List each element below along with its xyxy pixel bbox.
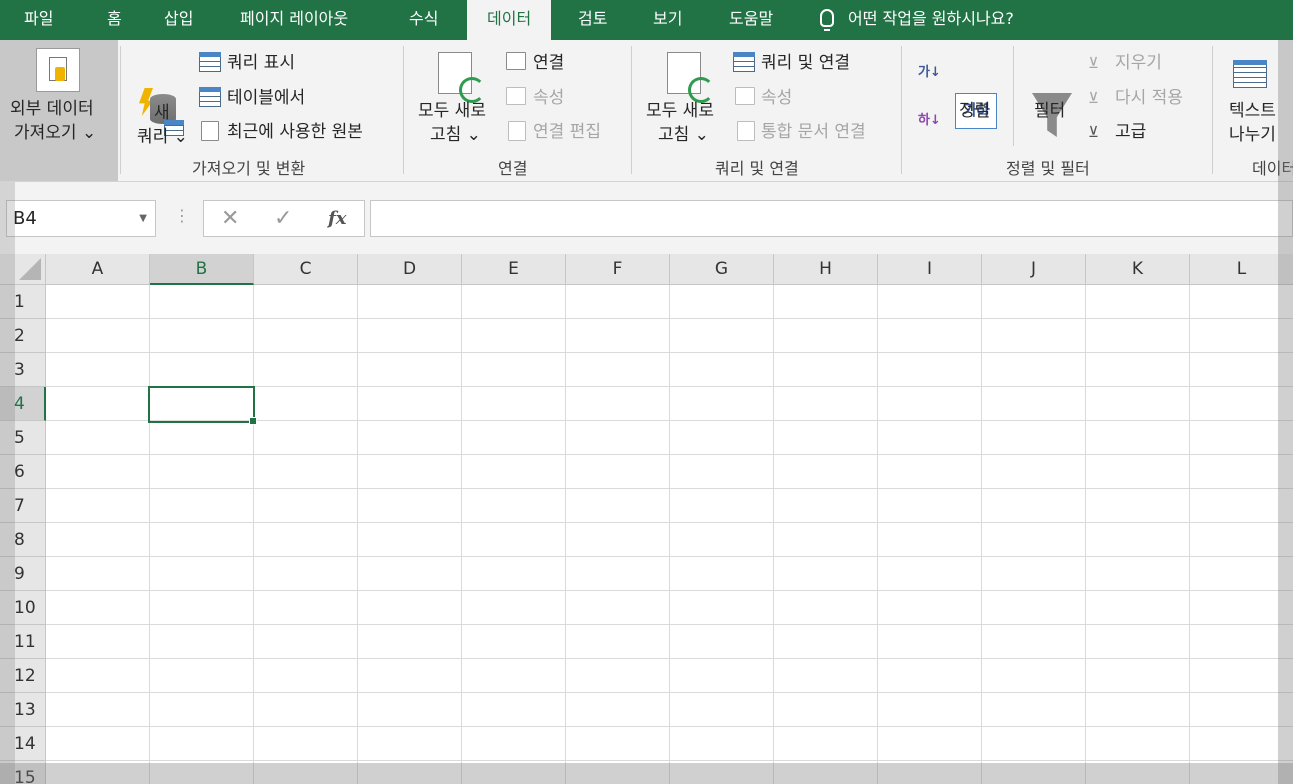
worksheet-grid: ABCDEFGHIJKL 1 2 3 4 5 6 7 8 9 10 11 12 13 14 15 — [0, 254, 1293, 784]
formula-input[interactable] — [370, 200, 1293, 237]
group-separator — [1212, 46, 1213, 174]
subgroup-separator — [1013, 46, 1014, 146]
group-separator — [120, 46, 121, 174]
tell-me-box[interactable]: 어떤 작업을 원하시나요? — [820, 0, 1014, 40]
sort-button[interactable]: 정렬 — [959, 100, 990, 122]
screenshot-frame-bottom — [0, 763, 1293, 784]
tab-file[interactable]: 파일 — [24, 0, 53, 40]
cell-area[interactable] — [46, 285, 1293, 784]
column-header-c[interactable]: C — [254, 254, 358, 285]
queries-connections-button[interactable]: 쿼리 및 연결 — [761, 52, 850, 74]
group-label-sort-filter: 정렬 및 필터 — [1006, 159, 1090, 178]
column-header-f[interactable]: F — [566, 254, 670, 285]
queries-connections-icon — [733, 52, 755, 72]
name-box-dropdown-icon[interactable]: ▼ — [139, 201, 147, 236]
properties-button-2[interactable]: 속성 — [761, 87, 792, 109]
edit-links-icon — [508, 121, 526, 141]
advanced-button[interactable]: 고급 — [1115, 121, 1146, 143]
show-queries-button[interactable]: 쿼리 표시 — [227, 52, 295, 74]
tab-formulas[interactable]: 수식 — [409, 0, 438, 40]
group-separator — [631, 46, 632, 174]
workbook-links-icon — [737, 121, 755, 141]
group-label-connections: 연결 — [498, 159, 528, 178]
screenshot-frame-left — [0, 182, 15, 784]
tab-help[interactable]: 도움말 — [729, 0, 773, 40]
column-header-k[interactable]: K — [1086, 254, 1190, 285]
refresh-all-2-label-2[interactable]: 고침 ⌄ — [658, 124, 709, 146]
clear-button[interactable]: 지우기 — [1115, 52, 1162, 74]
properties-icon — [506, 87, 526, 105]
reapply-icon: ⊻ — [1088, 89, 1099, 107]
edit-links-button[interactable]: 연결 편집 — [533, 121, 601, 143]
properties-icon-2 — [735, 87, 755, 105]
name-box[interactable]: B4 ▼ — [6, 200, 156, 237]
clear-filter-icon: ⊻ — [1088, 54, 1099, 72]
reapply-button[interactable]: 다시 적용 — [1115, 87, 1183, 109]
properties-button[interactable]: 속성 — [533, 87, 564, 109]
enter-icon[interactable]: ✓ — [274, 201, 292, 236]
formula-bar-grip[interactable]: ⋮ — [174, 206, 192, 225]
column-header-d[interactable]: D — [358, 254, 462, 285]
column-header-e[interactable]: E — [462, 254, 566, 285]
new-query-label-2[interactable]: 쿼리 ⌄ — [137, 126, 188, 148]
insert-function-icon[interactable]: fx — [328, 201, 346, 236]
tell-me-text: 어떤 작업을 원하시나요? — [848, 9, 1014, 28]
text-to-columns-label-2[interactable]: 나누기 — [1229, 124, 1276, 146]
refresh-all-icon-2 — [667, 52, 714, 103]
from-table-button[interactable]: 테이블에서 — [227, 87, 305, 109]
get-external-data-button[interactable]: 외부 데이터 가져오기 ⌄ — [0, 40, 118, 181]
tab-data[interactable]: 데이터 — [467, 0, 552, 40]
name-box-value: B4 — [13, 208, 37, 229]
refresh-all-icon — [438, 52, 485, 103]
sort-ascending-icon[interactable]: 가↓ — [918, 66, 941, 80]
from-table-icon — [199, 87, 221, 107]
text-to-columns-icon — [1233, 60, 1267, 88]
column-header-j[interactable]: J — [982, 254, 1086, 285]
recent-sources-button[interactable]: 최근에 사용한 원본 — [227, 121, 363, 143]
text-to-columns-label-1[interactable]: 텍스트 — [1229, 100, 1276, 122]
refresh-all-2-label-1[interactable]: 모두 새로 — [646, 100, 714, 122]
refresh-all-label-2[interactable]: 고침 ⌄ — [430, 124, 481, 146]
lightbulb-icon — [820, 8, 834, 31]
show-queries-icon — [199, 52, 221, 72]
column-header-h[interactable]: H — [774, 254, 878, 285]
tab-view[interactable]: 보기 — [653, 0, 682, 40]
filter-button[interactable]: 필터 — [1034, 100, 1065, 122]
external-data-label-2: 가져오기 ⌄ — [14, 123, 97, 143]
connections-button[interactable]: 연결 — [533, 52, 564, 74]
ribbon-tab-bar: 파일 홈 삽입 페이지 레이아웃 수식 데이터 검토 보기 도움말 어떤 작업을… — [0, 0, 1293, 40]
column-header-a[interactable]: A — [46, 254, 150, 285]
column-header-g[interactable]: G — [670, 254, 774, 285]
group-separator — [403, 46, 404, 174]
group-label-queries-connections: 쿼리 및 연결 — [715, 159, 799, 178]
tab-insert[interactable]: 삽입 — [164, 0, 193, 40]
ribbon: 외부 데이터 가져오기 ⌄ 새 쿼리 ⌄ 쿼리 표시 테이블에서 최근에 사용한… — [0, 40, 1293, 182]
connections-icon — [506, 52, 526, 70]
tab-page-layout[interactable]: 페이지 레이아웃 — [240, 0, 348, 40]
screenshot-frame-right — [1278, 40, 1293, 784]
formula-bar: B4 ▼ ⋮ ✕ ✓ fx — [0, 182, 1293, 254]
cancel-icon[interactable]: ✕ — [221, 201, 239, 236]
advanced-filter-icon: ⊻ — [1088, 123, 1099, 141]
refresh-all-label-1[interactable]: 모두 새로 — [418, 100, 486, 122]
external-data-icon — [36, 48, 80, 92]
column-header-b[interactable]: B — [150, 254, 254, 285]
formula-buttons: ✕ ✓ fx — [203, 200, 365, 237]
recent-sources-icon — [201, 121, 219, 141]
external-data-label-1: 외부 데이터 — [10, 99, 94, 119]
new-query-label-1[interactable]: 새 — [154, 102, 170, 124]
group-separator — [901, 46, 902, 174]
tab-home[interactable]: 홈 — [107, 0, 122, 40]
workbook-links-button[interactable]: 통합 문서 연결 — [761, 121, 866, 143]
sort-descending-icon[interactable]: 하↓ — [918, 114, 941, 128]
column-header-i[interactable]: I — [878, 254, 982, 285]
tab-review[interactable]: 검토 — [578, 0, 607, 40]
group-label-get-transform: 가져오기 및 변환 — [192, 159, 306, 178]
active-cell[interactable] — [148, 386, 257, 425]
